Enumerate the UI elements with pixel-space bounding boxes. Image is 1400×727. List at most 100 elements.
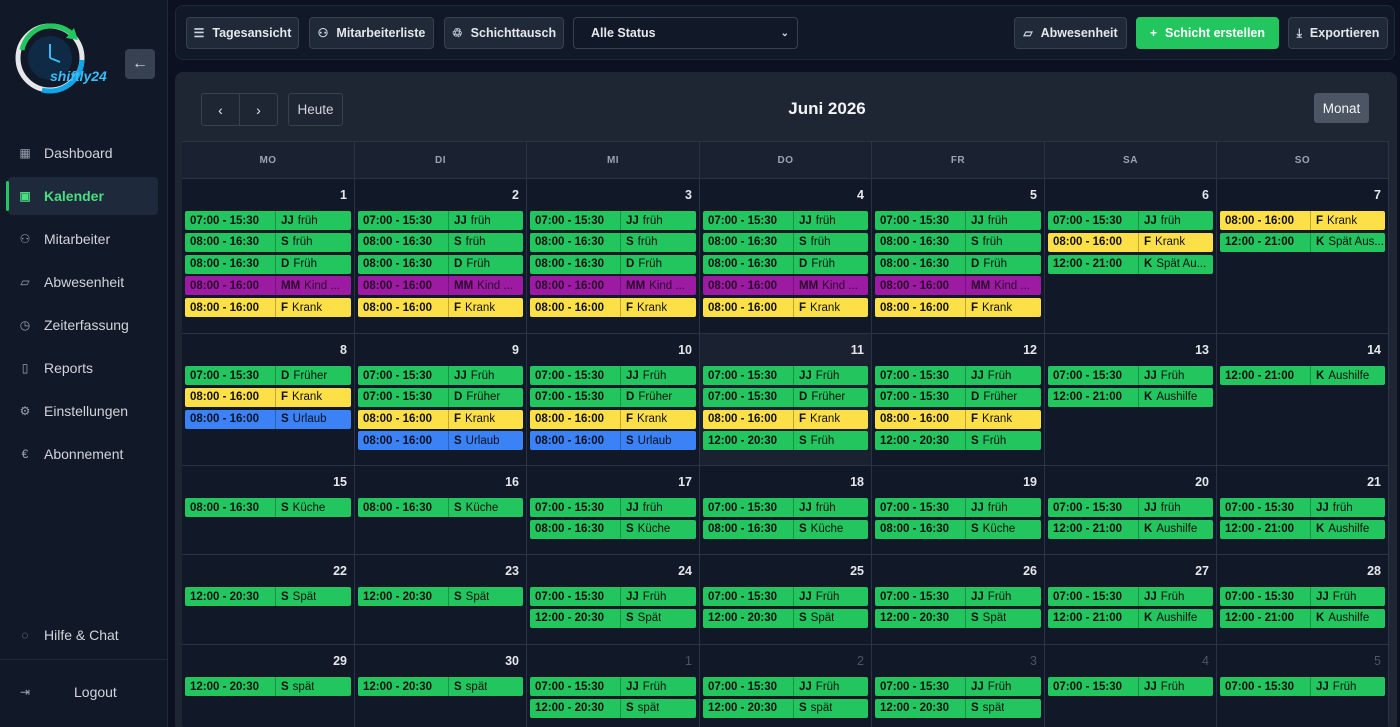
- shift-event[interactable]: 07:00 - 15:30 JJ früh: [530, 211, 696, 230]
- day-cell[interactable]: 1 07:00 - 15:30 JJ Früh 12:00 - 20:30 Sspät: [527, 645, 700, 727]
- shift-event[interactable]: 08:00 - 16:30 Sfrüh: [358, 232, 523, 252]
- shift-event[interactable]: 12:00 - 20:30 S Spät: [530, 608, 696, 628]
- shift-event[interactable]: 07:00 - 15:30 JJ Früh: [875, 587, 1041, 606]
- shift-event[interactable]: 08:00 - 16:00 S Urlaub: [358, 431, 523, 451]
- shift-event[interactable]: 07:00 - 15:30 JJ früh: [1048, 211, 1213, 230]
- shift-event[interactable]: 12:00 - 20:30 S Spät: [358, 587, 523, 606]
- shift-event[interactable]: 08:00 - 16:00 F Krank: [703, 298, 868, 318]
- shift-event[interactable]: 12:00 - 20:30 S Früh: [703, 431, 868, 451]
- day-cell[interactable]: 8 07:00 - 15:30 D Früher 08:00 - 16:00 F Krank…: [182, 334, 355, 466]
- shift-event[interactable]: 08:00 - 16:00 F Krank: [1220, 211, 1385, 230]
- shift-event[interactable]: 08:00 - 16:30 D Früh: [185, 254, 351, 274]
- shift-event[interactable]: 12:00 - 21:00 K Aushilfe: [1048, 387, 1213, 407]
- schichttausch-button[interactable]: ♲ Schichttausch: [444, 17, 564, 49]
- day-cell[interactable]: 16 08:00 - 16:30 S Küche: [355, 466, 527, 555]
- day-cell[interactable]: 5 07:00 - 15:30 JJ Früh: [1217, 645, 1389, 727]
- day-cell[interactable]: 12 07:00 - 15:30 JJ Früh 07:00 - 15:30 D Frühe…: [872, 334, 1045, 466]
- shift-event[interactable]: 07:00 - 15:30 JJ Früh: [703, 677, 868, 696]
- day-cell[interactable]: 22 12:00 - 20:30 S Spät: [182, 555, 355, 645]
- shift-event[interactable]: 07:00 - 15:30 JJ Früh: [703, 587, 868, 606]
- abwesenheit-button[interactable]: ▱ Abwesenheit: [1014, 17, 1127, 49]
- shift-event[interactable]: 08:00 - 16:00 F Krank: [703, 409, 868, 429]
- shift-event[interactable]: 07:00 - 15:30 JJ Früh: [1048, 677, 1213, 696]
- sidebar-item-mitarbeiter[interactable]: ⚇ Mitarbeiter: [8, 220, 158, 258]
- day-cell[interactable]: 2 07:00 - 15:30 JJ Früh 12:00 - 20:30 Sspät: [700, 645, 872, 727]
- shift-event[interactable]: 12:00 - 20:30 Sspät: [530, 698, 696, 718]
- shift-event[interactable]: 12:00 - 21:00 K Aushilfe: [1220, 519, 1385, 539]
- shift-event[interactable]: 08:00 - 16:00 F Krank: [875, 298, 1041, 318]
- shift-event[interactable]: 08:00 - 16:00 F Krank: [530, 298, 696, 318]
- shift-event[interactable]: 12:00 - 21:00 K Aushilfe: [1048, 519, 1213, 539]
- sidebar-item-abwesenheit[interactable]: ▱ Abwesenheit: [8, 263, 158, 301]
- day-cell[interactable]: 25 07:00 - 15:30 JJ Früh 12:00 - 20:30 S Spät: [700, 555, 872, 645]
- shift-event[interactable]: 07:00 - 15:30 JJ früh: [185, 211, 351, 230]
- day-cell[interactable]: 7 08:00 - 16:00 F Krank 12:00 - 21:00 K Spät A…: [1217, 179, 1389, 334]
- shift-event[interactable]: 12:00 - 20:30 S Spät: [703, 608, 868, 628]
- shift-event[interactable]: 12:00 - 20:30 Sspät: [703, 698, 868, 718]
- day-cell[interactable]: 27 07:00 - 15:30 JJ Früh 12:00 - 21:00 K Aushi…: [1045, 555, 1217, 645]
- shift-event[interactable]: 12:00 - 20:30 Sspät: [875, 698, 1041, 718]
- exportieren-button[interactable]: ⤓ Exportieren: [1288, 17, 1388, 49]
- shift-event[interactable]: 12:00 - 21:00 K Spät Aus...: [1220, 232, 1385, 252]
- day-cell[interactable]: 4 07:00 - 15:30 JJ Früh: [1045, 645, 1217, 727]
- shift-event[interactable]: 08:00 - 16:30 Sfrüh: [703, 232, 868, 252]
- shift-event[interactable]: 07:00 - 15:30 D Früher: [703, 387, 868, 407]
- shift-event[interactable]: 07:00 - 15:30 JJ früh: [875, 498, 1041, 517]
- sidebar-item-kalender[interactable]: ▣ Kalender: [6, 177, 158, 215]
- shift-event[interactable]: 08:00 - 16:30 S Küche: [358, 498, 523, 517]
- shift-event[interactable]: 08:00 - 16:30 D Früh: [875, 254, 1041, 274]
- day-cell[interactable]: 19 07:00 - 15:30 JJ früh 08:00 - 16:30 S Küche: [872, 466, 1045, 555]
- shift-event[interactable]: 08:00 - 16:00 F Krank: [185, 387, 351, 407]
- shift-event[interactable]: 07:00 - 15:30 JJ Früh: [1220, 677, 1385, 696]
- shift-event[interactable]: 08:00 - 16:00 F Krank: [358, 409, 523, 429]
- help-chat-button[interactable]: ◌ Hilfe & Chat: [8, 616, 158, 654]
- sidebar-item-reports[interactable]: ▯ Reports: [8, 349, 158, 387]
- day-cell[interactable]: 14 12:00 - 21:00 K Aushilfe: [1217, 334, 1389, 466]
- shift-event[interactable]: 08:00 - 16:30 Sfrüh: [185, 232, 351, 252]
- collapse-sidebar-button[interactable]: ←: [125, 49, 155, 79]
- day-cell[interactable]: 1 07:00 - 15:30 JJ früh 08:00 - 16:30 Sfrüh 08…: [182, 179, 355, 334]
- shift-event[interactable]: 08:00 - 16:30 S Küche: [703, 519, 868, 539]
- shift-event[interactable]: 08:00 - 16:30 S Küche: [530, 519, 696, 539]
- shift-event[interactable]: 08:00 - 16:00 MM Kind ...: [875, 276, 1041, 296]
- day-cell[interactable]: 30 12:00 - 20:30 Sspät: [355, 645, 527, 727]
- shift-event[interactable]: 08:00 - 16:00 MM Kind ...: [358, 276, 523, 296]
- shift-event[interactable]: 07:00 - 15:30 JJ Früh: [1048, 587, 1213, 606]
- shift-event[interactable]: 12:00 - 21:00 K Aushilfe: [1048, 608, 1213, 628]
- shift-event[interactable]: 08:00 - 16:00 F Krank: [530, 409, 696, 429]
- day-cell[interactable]: 18 07:00 - 15:30 JJ früh 08:00 - 16:30 S Küche: [700, 466, 872, 555]
- status-select[interactable]: Alle Status ⌄: [573, 17, 798, 49]
- shift-event[interactable]: 07:00 - 15:30 JJ Früh: [530, 587, 696, 606]
- shift-event[interactable]: 08:00 - 16:00 S Urlaub: [530, 431, 696, 451]
- day-cell[interactable]: 17 07:00 - 15:30 JJ früh 08:00 - 16:30 S Küche: [527, 466, 700, 555]
- month-view-button[interactable]: Monat: [1314, 93, 1369, 123]
- shift-event[interactable]: 07:00 - 15:30 JJ Früh: [530, 366, 696, 385]
- shift-event[interactable]: 12:00 - 21:00 K Aushilfe: [1220, 366, 1385, 385]
- shift-event[interactable]: 08:00 - 16:30 D Früh: [703, 254, 868, 274]
- shift-event[interactable]: 08:00 - 16:00 MM Kind ...: [703, 276, 868, 296]
- sidebar-item-einstellungen[interactable]: ⚙ Einstellungen: [8, 392, 158, 430]
- shift-event[interactable]: 07:00 - 15:30 JJ Früh: [875, 677, 1041, 696]
- shift-event[interactable]: 12:00 - 20:30 S Früh: [875, 431, 1041, 451]
- day-cell[interactable]: 3 07:00 - 15:30 JJ Früh 12:00 - 20:30 Sspät: [872, 645, 1045, 727]
- mitarbeiterliste-button[interactable]: ⚇ Mitarbeiterliste: [309, 17, 434, 49]
- sidebar-item-zeiterfassung[interactable]: ◷ Zeiterfassung: [8, 306, 158, 344]
- shift-event[interactable]: 07:00 - 15:30 JJ früh: [703, 211, 868, 230]
- shift-event[interactable]: 07:00 - 15:30 JJ früh: [530, 498, 696, 517]
- shift-event[interactable]: 07:00 - 15:30 JJ früh: [1220, 498, 1385, 517]
- day-cell[interactable]: 4 07:00 - 15:30 JJ früh 08:00 - 16:30 Sfrüh 08…: [700, 179, 872, 334]
- tagesansicht-button[interactable]: ☰ Tagesansicht: [186, 17, 299, 49]
- shift-event[interactable]: 07:00 - 15:30 JJ Früh: [1220, 587, 1385, 606]
- sidebar-item-dashboard[interactable]: ▦ Dashboard: [8, 134, 158, 172]
- shift-event[interactable]: 08:00 - 16:30 S Küche: [875, 519, 1041, 539]
- shift-event[interactable]: 08:00 - 16:00 MM Kind ...: [530, 276, 696, 296]
- shift-event[interactable]: 07:00 - 15:30 D Früher: [358, 387, 523, 407]
- shift-event[interactable]: 07:00 - 15:30 JJ Früh: [358, 366, 523, 385]
- shift-event[interactable]: 07:00 - 15:30 JJ Früh: [530, 677, 696, 696]
- shift-event[interactable]: 07:00 - 15:30 JJ früh: [358, 211, 523, 230]
- day-cell[interactable]: 10 07:00 - 15:30 JJ Früh 07:00 - 15:30 D Frühe…: [527, 334, 700, 466]
- shift-event[interactable]: 07:00 - 15:30 JJ Früh: [703, 366, 868, 385]
- shift-event[interactable]: 08:00 - 16:00 S Urlaub: [185, 409, 351, 429]
- shift-event[interactable]: 08:00 - 16:00 F Krank: [185, 298, 351, 318]
- sidebar-item-abonnement[interactable]: € Abonnement: [8, 435, 158, 473]
